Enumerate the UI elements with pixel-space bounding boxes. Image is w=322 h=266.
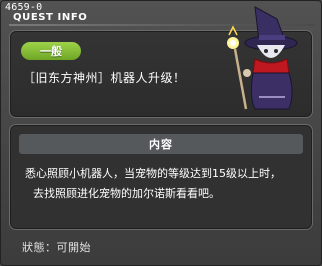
quest-info-window: 4659-0 QUEST INFO 一般 ［旧东方神州］机器人升级！ 内容 悉心… — [0, 0, 322, 266]
quest-status: 狀態：可開始 — [22, 241, 91, 254]
quest-description: 悉心照顾小机器人，当宠物的等级达到15级以上时， 去找照顾进化宠物的加尔诺斯看看… — [25, 164, 305, 204]
quest-name: ［旧东方神州］机器人升级！ — [23, 71, 186, 85]
window-title: QUEST INFO — [13, 12, 88, 23]
wizard-npc-portrait — [227, 6, 298, 110]
content-header: 内容 — [19, 134, 303, 154]
quest-category-badge: 一般 — [21, 42, 81, 60]
description-line: 去找照顾进化宠物的加尔诺斯看看吧。 — [33, 187, 220, 200]
description-line: 悉心照顾小机器人，当宠物的等级达到15级以上时， — [25, 167, 281, 180]
